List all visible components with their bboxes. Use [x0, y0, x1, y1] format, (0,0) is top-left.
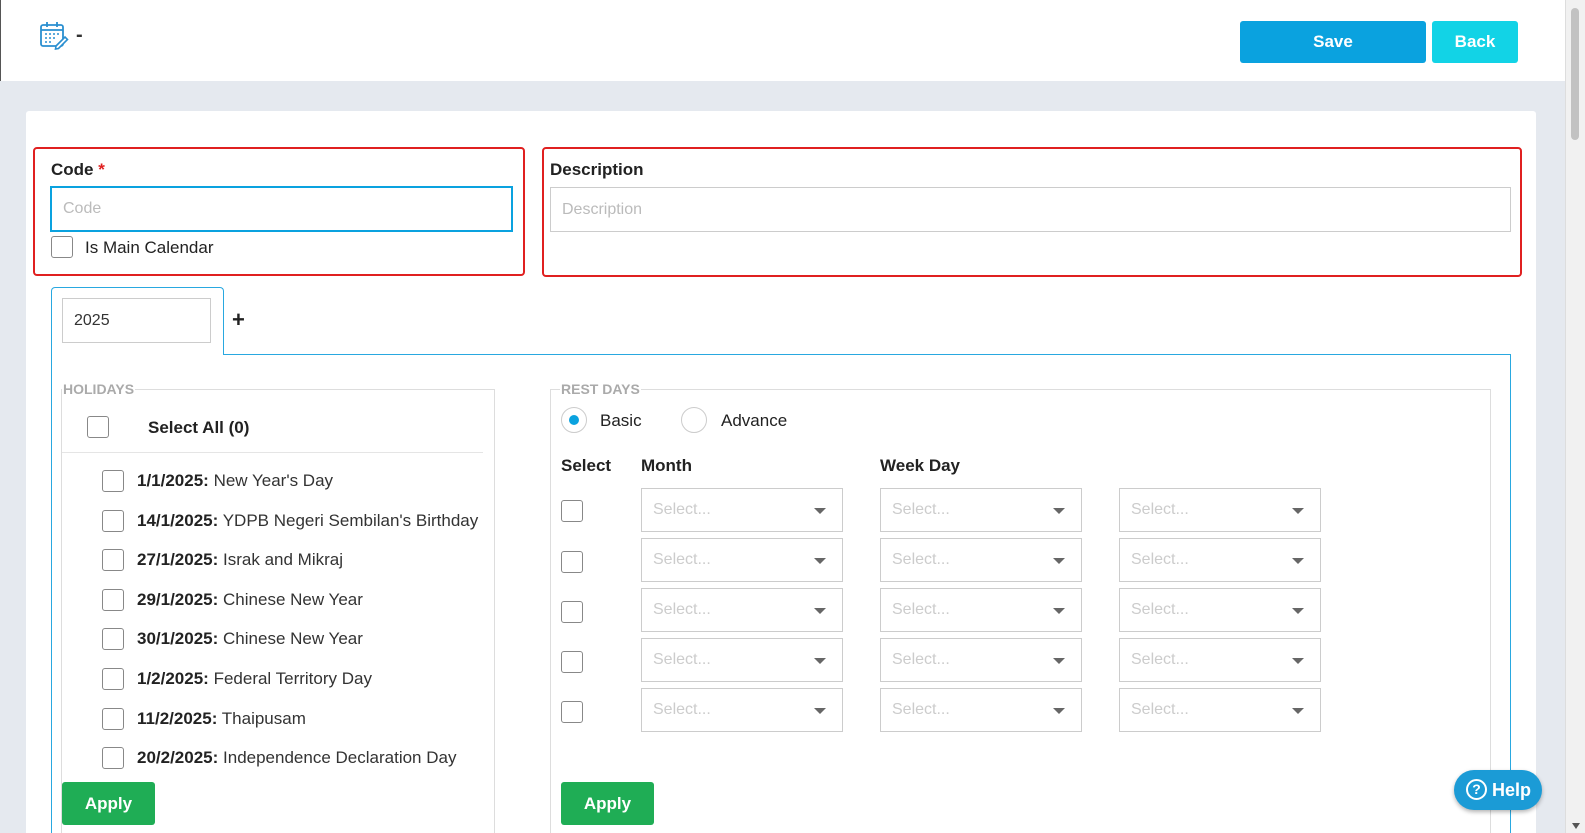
description-input[interactable]	[550, 187, 1511, 232]
day-select[interactable]: Select...	[1119, 538, 1321, 582]
chevron-down-icon	[814, 608, 826, 614]
day-select[interactable]: Select...	[1119, 488, 1321, 532]
select-column-header: Select	[561, 456, 612, 475]
chevron-down-icon	[1292, 508, 1304, 514]
holiday-label: 27/1/2025: Israk and Mikraj	[137, 550, 343, 569]
holiday-label: 30/1/2025: Chinese New Year	[137, 629, 363, 648]
week-select[interactable]: Select...	[880, 638, 1082, 682]
calendar-edit-icon	[40, 22, 69, 50]
top-bar: - Save Back	[0, 0, 1565, 81]
chevron-down-icon	[1053, 608, 1065, 614]
chevron-down-icon	[814, 558, 826, 564]
select-all-label: Select All (0)	[148, 418, 250, 437]
chevron-down-icon	[1292, 658, 1304, 664]
save-button[interactable]: Save	[1240, 21, 1426, 63]
rest-days-legend: REST DAYS	[560, 381, 641, 397]
scroll-down-icon[interactable]	[1572, 823, 1580, 829]
chevron-down-icon	[814, 658, 826, 664]
week-select[interactable]: Select...	[880, 688, 1082, 732]
month-select[interactable]: Select...	[641, 488, 843, 532]
description-label: Description	[550, 160, 644, 179]
help-icon: ?	[1466, 779, 1487, 800]
basic-radio-label: Basic	[600, 411, 642, 430]
holiday-checkbox[interactable]	[102, 470, 124, 492]
week-select[interactable]: Select...	[880, 488, 1082, 532]
holiday-checkbox[interactable]	[102, 549, 124, 571]
month-select[interactable]: Select...	[641, 688, 843, 732]
day-select[interactable]: Select...	[1119, 638, 1321, 682]
code-label: Code *	[51, 160, 105, 179]
required-marker: *	[98, 160, 105, 179]
back-button[interactable]: Back	[1432, 21, 1518, 63]
holiday-label: 20/2/2025: Independence Declaration Day	[137, 748, 457, 767]
help-label: Help	[1492, 780, 1532, 800]
apply-holidays-button[interactable]: Apply	[62, 782, 155, 825]
page-scrollbar[interactable]	[1565, 0, 1585, 833]
select-all-checkbox[interactable]	[87, 416, 109, 438]
holiday-label: 29/1/2025: Chinese New Year	[137, 590, 363, 609]
month-select[interactable]: Select...	[641, 538, 843, 582]
week-day-column-header: Week Day	[880, 456, 961, 475]
chevron-down-icon	[1292, 558, 1304, 564]
rest-day-checkbox[interactable]	[561, 701, 583, 723]
week-select[interactable]: Select...	[880, 538, 1082, 582]
year-input[interactable]	[62, 298, 211, 343]
chevron-down-icon	[1292, 708, 1304, 714]
is-main-calendar-checkbox[interactable]	[51, 236, 73, 258]
help-button[interactable]: ? Help	[1454, 770, 1542, 810]
month-select[interactable]: Select...	[641, 588, 843, 632]
holiday-label: 1/2/2025: Federal Territory Day	[137, 669, 372, 688]
chevron-down-icon	[1053, 558, 1065, 564]
rest-day-checkbox[interactable]	[561, 500, 583, 522]
holidays-divider	[62, 452, 483, 453]
month-select[interactable]: Select...	[641, 638, 843, 682]
holiday-checkbox[interactable]	[102, 747, 124, 769]
chevron-down-icon	[1292, 608, 1304, 614]
is-main-calendar-label: Is Main Calendar	[85, 238, 214, 257]
rest-day-checkbox[interactable]	[561, 551, 583, 573]
day-select[interactable]: Select...	[1119, 588, 1321, 632]
basic-radio[interactable]	[561, 407, 587, 433]
advance-radio[interactable]	[681, 407, 707, 433]
add-year-button[interactable]: +	[232, 307, 245, 333]
apply-rest-days-button[interactable]: Apply	[561, 782, 654, 825]
day-select[interactable]: Select...	[1119, 688, 1321, 732]
holiday-label: 1/1/2025: New Year's Day	[137, 471, 334, 490]
holiday-label: 14/1/2025: YDPB Negeri Sembilan's Birthd…	[137, 511, 479, 530]
holiday-checkbox[interactable]	[102, 668, 124, 690]
holiday-checkbox[interactable]	[102, 510, 124, 532]
page-title: -	[76, 24, 83, 46]
chevron-down-icon	[1053, 658, 1065, 664]
chevron-down-icon	[1053, 708, 1065, 714]
month-column-header: Month	[641, 456, 692, 475]
chevron-down-icon	[814, 508, 826, 514]
rest-day-checkbox[interactable]	[561, 651, 583, 673]
advance-radio-label: Advance	[721, 411, 788, 430]
rest-day-checkbox[interactable]	[561, 601, 583, 623]
holidays-legend: HOLIDAYS	[62, 381, 136, 397]
holiday-checkbox[interactable]	[102, 589, 124, 611]
holiday-checkbox[interactable]	[102, 708, 124, 730]
holiday-label: 11/2/2025: Thaipusam	[137, 709, 306, 728]
chevron-down-icon	[814, 708, 826, 714]
chevron-down-icon	[1053, 508, 1065, 514]
scrollbar-thumb[interactable]	[1571, 8, 1579, 140]
holiday-checkbox[interactable]	[102, 628, 124, 650]
code-input[interactable]	[50, 186, 513, 232]
week-select[interactable]: Select...	[880, 588, 1082, 632]
